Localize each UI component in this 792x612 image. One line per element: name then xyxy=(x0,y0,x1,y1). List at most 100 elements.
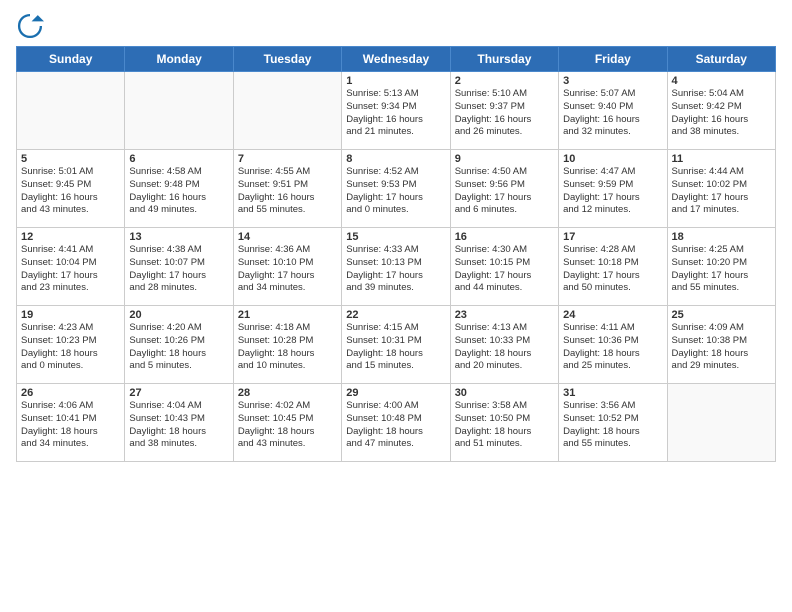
day-info: Sunrise: 4:02 AM Sunset: 10:45 PM Daylig… xyxy=(238,400,337,451)
calendar-day: 3Sunrise: 5:07 AM Sunset: 9:40 PM Daylig… xyxy=(559,72,667,150)
day-number: 23 xyxy=(455,309,554,321)
calendar-day: 9Sunrise: 4:50 AM Sunset: 9:56 PM Daylig… xyxy=(450,150,558,228)
day-number: 28 xyxy=(238,387,337,399)
day-info: Sunrise: 4:04 AM Sunset: 10:43 PM Daylig… xyxy=(129,400,228,451)
day-number: 16 xyxy=(455,231,554,243)
calendar-day: 20Sunrise: 4:20 AM Sunset: 10:26 PM Dayl… xyxy=(125,306,233,384)
day-info: Sunrise: 4:41 AM Sunset: 10:04 PM Daylig… xyxy=(21,244,120,295)
calendar-day: 16Sunrise: 4:30 AM Sunset: 10:15 PM Dayl… xyxy=(450,228,558,306)
day-number: 24 xyxy=(563,309,662,321)
day-number: 4 xyxy=(672,75,771,87)
calendar-day: 29Sunrise: 4:00 AM Sunset: 10:48 PM Dayl… xyxy=(342,384,450,462)
day-number: 7 xyxy=(238,153,337,165)
day-number: 31 xyxy=(563,387,662,399)
day-number: 25 xyxy=(672,309,771,321)
calendar-day xyxy=(125,72,233,150)
day-number: 12 xyxy=(21,231,120,243)
day-info: Sunrise: 4:15 AM Sunset: 10:31 PM Daylig… xyxy=(346,322,445,373)
calendar-day: 24Sunrise: 4:11 AM Sunset: 10:36 PM Dayl… xyxy=(559,306,667,384)
day-info: Sunrise: 5:10 AM Sunset: 9:37 PM Dayligh… xyxy=(455,88,554,139)
calendar-week-row: 12Sunrise: 4:41 AM Sunset: 10:04 PM Dayl… xyxy=(17,228,776,306)
day-info: Sunrise: 5:01 AM Sunset: 9:45 PM Dayligh… xyxy=(21,166,120,217)
calendar-week-row: 19Sunrise: 4:23 AM Sunset: 10:23 PM Dayl… xyxy=(17,306,776,384)
calendar-day: 4Sunrise: 5:04 AM Sunset: 9:42 PM Daylig… xyxy=(667,72,775,150)
weekday-header-saturday: Saturday xyxy=(667,47,775,72)
day-number: 29 xyxy=(346,387,445,399)
day-number: 30 xyxy=(455,387,554,399)
day-number: 26 xyxy=(21,387,120,399)
calendar-day: 8Sunrise: 4:52 AM Sunset: 9:53 PM Daylig… xyxy=(342,150,450,228)
day-number: 27 xyxy=(129,387,228,399)
day-info: Sunrise: 4:18 AM Sunset: 10:28 PM Daylig… xyxy=(238,322,337,373)
day-info: Sunrise: 4:09 AM Sunset: 10:38 PM Daylig… xyxy=(672,322,771,373)
day-info: Sunrise: 4:28 AM Sunset: 10:18 PM Daylig… xyxy=(563,244,662,295)
day-number: 8 xyxy=(346,153,445,165)
calendar-day: 5Sunrise: 5:01 AM Sunset: 9:45 PM Daylig… xyxy=(17,150,125,228)
calendar-day: 23Sunrise: 4:13 AM Sunset: 10:33 PM Dayl… xyxy=(450,306,558,384)
page: SundayMondayTuesdayWednesdayThursdayFrid… xyxy=(0,0,792,470)
day-number: 5 xyxy=(21,153,120,165)
day-number: 6 xyxy=(129,153,228,165)
day-number: 3 xyxy=(563,75,662,87)
calendar-day: 15Sunrise: 4:33 AM Sunset: 10:13 PM Dayl… xyxy=(342,228,450,306)
calendar-day: 21Sunrise: 4:18 AM Sunset: 10:28 PM Dayl… xyxy=(233,306,341,384)
day-number: 20 xyxy=(129,309,228,321)
day-number: 11 xyxy=(672,153,771,165)
day-info: Sunrise: 4:25 AM Sunset: 10:20 PM Daylig… xyxy=(672,244,771,295)
logo-icon xyxy=(16,12,44,40)
day-number: 19 xyxy=(21,309,120,321)
day-number: 17 xyxy=(563,231,662,243)
calendar-day: 28Sunrise: 4:02 AM Sunset: 10:45 PM Dayl… xyxy=(233,384,341,462)
calendar-day: 26Sunrise: 4:06 AM Sunset: 10:41 PM Dayl… xyxy=(17,384,125,462)
calendar-day xyxy=(667,384,775,462)
calendar-day: 19Sunrise: 4:23 AM Sunset: 10:23 PM Dayl… xyxy=(17,306,125,384)
day-number: 1 xyxy=(346,75,445,87)
day-number: 9 xyxy=(455,153,554,165)
day-info: Sunrise: 4:44 AM Sunset: 10:02 PM Daylig… xyxy=(672,166,771,217)
calendar-day: 12Sunrise: 4:41 AM Sunset: 10:04 PM Dayl… xyxy=(17,228,125,306)
day-info: Sunrise: 4:52 AM Sunset: 9:53 PM Dayligh… xyxy=(346,166,445,217)
header xyxy=(16,12,776,40)
calendar-day: 13Sunrise: 4:38 AM Sunset: 10:07 PM Dayl… xyxy=(125,228,233,306)
calendar-day: 14Sunrise: 4:36 AM Sunset: 10:10 PM Dayl… xyxy=(233,228,341,306)
calendar-week-row: 26Sunrise: 4:06 AM Sunset: 10:41 PM Dayl… xyxy=(17,384,776,462)
calendar-week-row: 5Sunrise: 5:01 AM Sunset: 9:45 PM Daylig… xyxy=(17,150,776,228)
day-info: Sunrise: 5:13 AM Sunset: 9:34 PM Dayligh… xyxy=(346,88,445,139)
day-info: Sunrise: 4:47 AM Sunset: 9:59 PM Dayligh… xyxy=(563,166,662,217)
weekday-header-monday: Monday xyxy=(125,47,233,72)
calendar-day: 31Sunrise: 3:56 AM Sunset: 10:52 PM Dayl… xyxy=(559,384,667,462)
day-info: Sunrise: 4:50 AM Sunset: 9:56 PM Dayligh… xyxy=(455,166,554,217)
calendar-day: 18Sunrise: 4:25 AM Sunset: 10:20 PM Dayl… xyxy=(667,228,775,306)
day-info: Sunrise: 4:00 AM Sunset: 10:48 PM Daylig… xyxy=(346,400,445,451)
calendar-day: 2Sunrise: 5:10 AM Sunset: 9:37 PM Daylig… xyxy=(450,72,558,150)
calendar-day: 22Sunrise: 4:15 AM Sunset: 10:31 PM Dayl… xyxy=(342,306,450,384)
calendar-day: 6Sunrise: 4:58 AM Sunset: 9:48 PM Daylig… xyxy=(125,150,233,228)
day-info: Sunrise: 4:33 AM Sunset: 10:13 PM Daylig… xyxy=(346,244,445,295)
day-info: Sunrise: 4:36 AM Sunset: 10:10 PM Daylig… xyxy=(238,244,337,295)
day-number: 21 xyxy=(238,309,337,321)
day-info: Sunrise: 4:11 AM Sunset: 10:36 PM Daylig… xyxy=(563,322,662,373)
day-info: Sunrise: 5:04 AM Sunset: 9:42 PM Dayligh… xyxy=(672,88,771,139)
calendar-table: SundayMondayTuesdayWednesdayThursdayFrid… xyxy=(16,46,776,462)
calendar-day: 10Sunrise: 4:47 AM Sunset: 9:59 PM Dayli… xyxy=(559,150,667,228)
day-number: 22 xyxy=(346,309,445,321)
weekday-header-wednesday: Wednesday xyxy=(342,47,450,72)
day-info: Sunrise: 3:56 AM Sunset: 10:52 PM Daylig… xyxy=(563,400,662,451)
day-number: 14 xyxy=(238,231,337,243)
day-number: 2 xyxy=(455,75,554,87)
calendar-week-row: 1Sunrise: 5:13 AM Sunset: 9:34 PM Daylig… xyxy=(17,72,776,150)
calendar-day: 11Sunrise: 4:44 AM Sunset: 10:02 PM Dayl… xyxy=(667,150,775,228)
day-info: Sunrise: 3:58 AM Sunset: 10:50 PM Daylig… xyxy=(455,400,554,451)
day-info: Sunrise: 5:07 AM Sunset: 9:40 PM Dayligh… xyxy=(563,88,662,139)
day-info: Sunrise: 4:55 AM Sunset: 9:51 PM Dayligh… xyxy=(238,166,337,217)
calendar-day xyxy=(17,72,125,150)
calendar-day xyxy=(233,72,341,150)
day-info: Sunrise: 4:13 AM Sunset: 10:33 PM Daylig… xyxy=(455,322,554,373)
calendar-day: 1Sunrise: 5:13 AM Sunset: 9:34 PM Daylig… xyxy=(342,72,450,150)
calendar-day: 7Sunrise: 4:55 AM Sunset: 9:51 PM Daylig… xyxy=(233,150,341,228)
day-number: 18 xyxy=(672,231,771,243)
day-info: Sunrise: 4:06 AM Sunset: 10:41 PM Daylig… xyxy=(21,400,120,451)
day-info: Sunrise: 4:30 AM Sunset: 10:15 PM Daylig… xyxy=(455,244,554,295)
weekday-header-friday: Friday xyxy=(559,47,667,72)
calendar-day: 27Sunrise: 4:04 AM Sunset: 10:43 PM Dayl… xyxy=(125,384,233,462)
